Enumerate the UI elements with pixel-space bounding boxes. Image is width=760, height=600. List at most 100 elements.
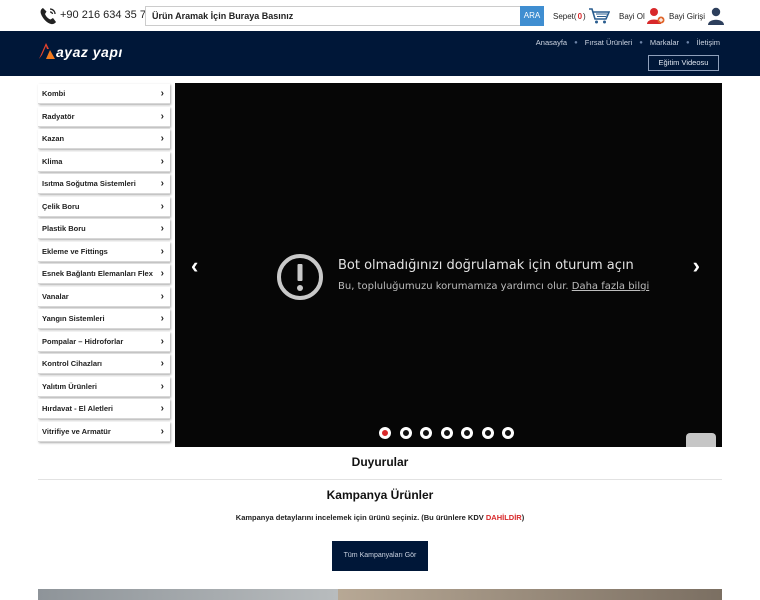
logo-text: ayaz yapı [56, 44, 123, 60]
sidebar-item-yangin[interactable]: Yangın Sistemleri › [38, 309, 170, 329]
sidebar-item-label: Çelik Boru [42, 201, 80, 211]
nav-links: Anasayfa ● Fırsat Ürünleri ● Markalar ● … [536, 38, 720, 47]
signin-message-text: Bu, topluluğumuzu korumamıza yardımcı ol… [338, 281, 569, 292]
cart-count: 0 [577, 11, 583, 21]
sidebar-item-hirdavat[interactable]: Hırdavat - El Aletleri › [38, 399, 170, 419]
slider-dot[interactable] [440, 427, 453, 439]
learn-more-link[interactable]: Daha fazla bilgi [572, 281, 650, 292]
signin-message-title: Bot olmadığınızı doğrulamak için oturum … [338, 258, 634, 273]
sidebar-item-label: Kazan [42, 134, 65, 143]
sidebar-item-klima[interactable]: Klima › [38, 151, 170, 172]
category-sidebar: Kombi › Radyatör › Kazan › Klima › Isıtma So… [38, 84, 170, 444]
chevron-right-icon: › [160, 110, 164, 122]
signin-message-sub: Bu, topluluğumuzu korumamıza yardımcı ol… [338, 281, 649, 292]
search-input[interactable] [145, 6, 521, 26]
sidebar-item-label: Kontrol Cihazları [42, 359, 103, 368]
sidebar-item-kombi[interactable]: Kombi › [38, 84, 170, 104]
campaign-note-end: ) [521, 513, 525, 522]
sidebar-item-label: Yalıtım Ürünleri [42, 381, 98, 391]
campaign-banner-image[interactable] [38, 589, 722, 600]
sidebar-item-esnek-baglanti[interactable]: Esnek Bağlantı Elemanları Flex › [38, 264, 170, 284]
slider-dot[interactable] [399, 427, 412, 439]
sidebar-item-kazan[interactable]: Kazan › [38, 129, 170, 149]
sidebar-item-label: Ekleme ve Fittings [42, 246, 108, 256]
all-campaigns-button[interactable]: Tüm Kampanyaları Gör [332, 541, 428, 571]
sidebar-item-label: Pompalar – Hidroforlar [42, 336, 124, 346]
chevron-right-icon: › [160, 133, 164, 144]
sidebar-item-plastik-boru[interactable]: Plastik Boru › [38, 219, 170, 239]
phone-number[interactable]: +90 216 634 35 74 [60, 9, 152, 21]
slider-prev-arrow-icon[interactable]: ‹ [191, 253, 198, 279]
bayi-ol-link[interactable]: Bayi Ol [619, 7, 665, 25]
slider-next-arrow-icon[interactable]: › [693, 253, 700, 279]
nav-separator: ● [574, 39, 578, 46]
nav-link-markalar[interactable]: Markalar [650, 38, 679, 47]
bayi-giris-label: Bayi Girişi [669, 11, 706, 21]
chevron-right-icon: › [160, 403, 164, 414]
campaign-note-highlight: DAHİLDİR [485, 513, 522, 522]
sidebar-item-label: Hırdavat - El Aletleri [42, 404, 113, 413]
nav-separator: ● [686, 39, 690, 46]
video-play-icon[interactable] [686, 433, 716, 447]
cart-icon [588, 8, 610, 24]
sidebar-item-isitma-sogutma[interactable]: Isıtma Soğutma Sistemleri › [38, 174, 170, 194]
chevron-right-icon: › [160, 88, 164, 99]
training-video-button[interactable]: Eğitim Videosu [648, 55, 719, 71]
alert-icon [277, 254, 323, 300]
campaign-note-text: Kampanya detaylarını incelemek için ürün… [235, 513, 486, 522]
sidebar-item-label: Yangın Sistemleri [42, 314, 105, 323]
search-button[interactable]: ARA [520, 6, 544, 26]
banner-right [338, 589, 722, 600]
chevron-right-icon: › [160, 358, 164, 369]
chevron-right-icon: › [160, 223, 164, 234]
announcements-title: Duyurular [351, 455, 409, 469]
sidebar-item-label: Radyatör [42, 111, 75, 121]
sidebar-item-radyator[interactable]: Radyatör › [38, 106, 170, 127]
sidebar-item-label: Kombi [42, 89, 66, 98]
cart-paren-open: ( [573, 11, 577, 21]
sidebar-item-label: Vitrifiye ve Armatür [42, 426, 111, 436]
add-user-icon [646, 8, 665, 24]
campaign-note: Kampanya detaylarını incelemek için ürün… [0, 513, 760, 522]
sidebar-item-celik-boru[interactable]: Çelik Boru › [38, 196, 170, 217]
nav-separator: ● [639, 39, 643, 46]
brand-logo[interactable]: ayaz yapı [38, 40, 148, 68]
bayi-giris-link[interactable]: Bayi Girişi [669, 7, 725, 25]
chevron-right-icon: › [160, 335, 164, 347]
hero-slider[interactable]: ‹ › Bot olmadığınızı doğrulamak için otu… [175, 83, 722, 447]
sidebar-item-ekleme-fittings[interactable]: Ekleme ve Fittings › [38, 241, 170, 262]
sidebar-item-vanalar[interactable]: Vanalar › [38, 286, 170, 307]
chevron-right-icon: › [160, 178, 164, 189]
sidebar-item-kontrol[interactable]: Kontrol Cihazları › [38, 354, 170, 374]
nav-link-iletisim[interactable]: İletişim [697, 38, 720, 47]
slider-dot[interactable] [461, 427, 473, 439]
chevron-right-icon: › [160, 245, 164, 257]
slider-dots [379, 427, 523, 439]
sidebar-item-label: Esnek Bağlantı Elemanları Flex [42, 269, 153, 278]
sidebar-item-label: Vanalar [42, 291, 69, 301]
cart-link[interactable]: Sepet ( 0 ) [553, 7, 610, 25]
chevron-right-icon: › [160, 268, 164, 279]
top-bar: +90 216 634 35 74 ARA Sepet ( 0 ) Bayi O… [0, 0, 760, 31]
campaign-title: Kampanya Ürünler [326, 488, 434, 502]
sidebar-item-yalitim[interactable]: Yalıtım Ürünleri › [38, 376, 170, 397]
chevron-right-icon: › [160, 313, 164, 324]
sidebar-item-label: Isıtma Soğutma Sistemleri [42, 179, 136, 188]
sidebar-item-pompalar[interactable]: Pompalar – Hidroforlar › [38, 331, 170, 352]
slider-dot[interactable] [379, 427, 391, 439]
cart-label: Sepet [553, 11, 574, 21]
nav-link-anasayfa[interactable]: Anasayfa [536, 38, 567, 47]
bayi-ol-label: Bayi Ol [619, 11, 645, 21]
chevron-right-icon: › [160, 290, 164, 302]
phone-icon [40, 8, 56, 25]
logo-mark-icon [39, 43, 55, 59]
slider-dot[interactable] [502, 427, 514, 439]
sidebar-item-label: Plastik Boru [42, 224, 86, 233]
section-divider [38, 479, 722, 480]
sidebar-item-vitrifiye[interactable]: Vitrifiye ve Armatür › [38, 421, 170, 442]
user-icon [708, 7, 725, 25]
main-navbar: ayaz yapı Anasayfa ● Fırsat Ürünleri ● M… [0, 31, 760, 76]
slider-dot[interactable] [420, 427, 432, 439]
slider-dot[interactable] [481, 427, 494, 439]
nav-link-firsat[interactable]: Fırsat Ürünleri [585, 38, 633, 47]
